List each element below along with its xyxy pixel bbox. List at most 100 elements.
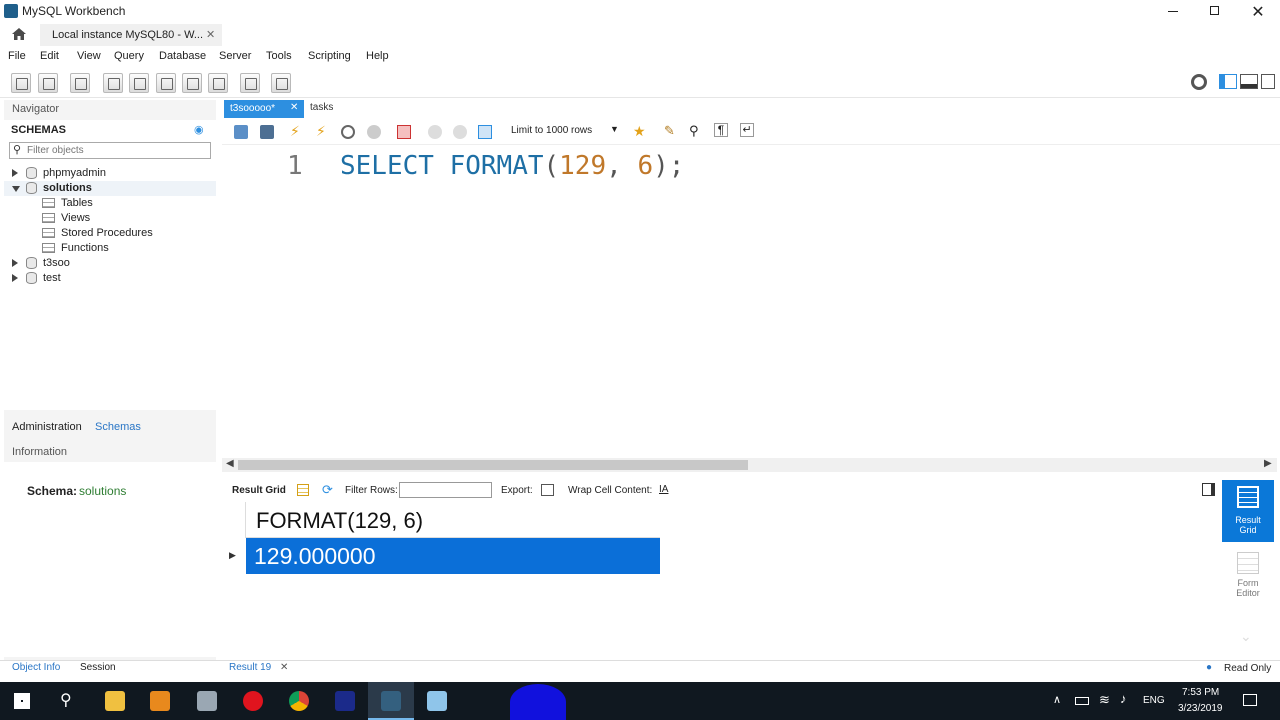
beautify-icon[interactable]: ✎ (664, 123, 678, 138)
close-result-tab-icon[interactable]: ✕ (280, 662, 288, 673)
create-table-icon[interactable] (129, 73, 149, 93)
chevron-up-icon[interactable]: ∧ (1053, 693, 1061, 706)
windows-start-icon[interactable] (14, 693, 30, 709)
minimize-button[interactable] (1163, 5, 1183, 17)
toggle-output-icon[interactable] (1240, 74, 1258, 89)
filter-rows-input[interactable] (399, 482, 492, 498)
expand-arrow-icon[interactable] (12, 169, 18, 177)
create-function-icon[interactable] (208, 73, 228, 93)
menu-query[interactable]: Query (114, 50, 144, 62)
editor-tab-t3sooooo[interactable]: t3sooooo* ✕ (224, 100, 304, 118)
rollback-icon[interactable] (453, 125, 467, 139)
tab-object-info[interactable]: Object Info (12, 662, 60, 673)
tree-item-solutions[interactable]: solutions (4, 181, 216, 196)
close-button[interactable]: ✕ (1248, 2, 1268, 21)
open-file-icon[interactable] (234, 125, 248, 139)
toggle-panel-icon[interactable] (1202, 483, 1215, 496)
row-selector[interactable]: ▶ (224, 538, 246, 574)
app-icon[interactable] (335, 691, 355, 711)
wrap-cell-icon[interactable]: IA (659, 484, 668, 495)
maximize-button[interactable] (1205, 5, 1225, 17)
scroll-more-icon[interactable]: ⌄ (1240, 628, 1252, 645)
sql-code-line[interactable]: SELECT FORMAT(129, 6); (340, 151, 684, 181)
save-icon[interactable] (260, 125, 274, 139)
form-editor-toggle[interactable]: Form Editor (1222, 548, 1274, 602)
search-icon[interactable]: ⚲ (60, 690, 72, 710)
chrome-icon[interactable] (289, 691, 309, 711)
tree-item-stored-procedures[interactable]: Stored Procedures (4, 226, 216, 241)
commit-icon[interactable] (428, 125, 442, 139)
battery-icon[interactable] (1075, 697, 1089, 705)
explain-icon[interactable] (341, 125, 355, 139)
column-header[interactable]: FORMAT(129, 6) (246, 502, 660, 538)
tree-item-views[interactable]: Views (4, 211, 216, 226)
menu-scripting[interactable]: Scripting (308, 50, 351, 62)
tab-schemas[interactable]: Schemas (95, 421, 141, 433)
wrap-lines-icon[interactable]: ↵ (740, 123, 754, 137)
add-snippet-icon[interactable]: ★ (633, 123, 647, 139)
invisible-chars-icon[interactable]: ¶ (714, 123, 728, 137)
new-sql-tab-icon[interactable] (11, 73, 31, 93)
execute-current-icon[interactable]: ⚡ (316, 123, 330, 139)
toggle-sidebar-icon[interactable] (1261, 74, 1275, 89)
scroll-left-icon[interactable]: ◀ (226, 458, 234, 469)
menu-server[interactable]: Server (219, 50, 251, 62)
result-grid-toggle[interactable]: Result Grid (1222, 480, 1274, 542)
execute-lightning-icon[interactable]: ⚡ (290, 123, 304, 139)
table-row[interactable]: 129.000000 (246, 538, 660, 574)
scroll-thumb[interactable] (238, 460, 748, 470)
filter-objects-field[interactable]: ⚲ (9, 142, 211, 159)
search-table-data-icon[interactable] (240, 73, 260, 93)
menu-view[interactable]: View (77, 50, 101, 62)
tree-item-test[interactable]: test (4, 271, 216, 286)
tree-item-functions[interactable]: Functions (4, 241, 216, 256)
create-procedure-icon[interactable] (182, 73, 202, 93)
tree-item-phpmyadmin[interactable]: phpmyadmin (4, 166, 216, 181)
stop-icon[interactable] (367, 125, 381, 139)
connection-tab[interactable]: Local instance MySQL80 - W... ✕ (40, 24, 222, 46)
expand-arrow-icon[interactable] (12, 274, 18, 282)
menu-file[interactable]: File (8, 50, 26, 62)
export-icon[interactable] (541, 484, 554, 496)
menu-edit[interactable]: Edit (40, 50, 59, 62)
settings-gear-icon[interactable] (1191, 74, 1207, 90)
editor-horizontal-scrollbar[interactable]: ◀ ▶ (222, 458, 1277, 472)
file-explorer-icon[interactable] (105, 691, 125, 711)
inspector-icon[interactable] (70, 73, 90, 93)
chevron-down-icon[interactable]: ▼ (610, 124, 619, 134)
expand-arrow-icon[interactable] (12, 259, 18, 267)
refresh-icon[interactable]: ⟳ (322, 482, 333, 498)
sql-editor[interactable]: 1 SELECT FORMAT(129, 6); (222, 145, 1277, 457)
create-view-icon[interactable] (156, 73, 176, 93)
grid-icon[interactable] (297, 484, 309, 496)
wifi-icon[interactable]: ≋ (1099, 692, 1110, 708)
find-icon[interactable]: ⚲ (689, 123, 703, 138)
home-icon[interactable] (11, 26, 27, 42)
tab-administration[interactable]: Administration (12, 421, 82, 433)
refresh-schemas-icon[interactable]: ◉ (194, 123, 204, 136)
result-grid-label[interactable]: Result Grid (232, 485, 286, 496)
opera-icon[interactable] (243, 691, 263, 711)
scroll-right-icon[interactable]: ▶ (1264, 458, 1272, 469)
notepad-icon[interactable] (427, 691, 447, 711)
reconnect-icon[interactable] (271, 73, 291, 93)
open-sql-script-icon[interactable] (38, 73, 58, 93)
app-icon[interactable] (197, 691, 217, 711)
volume-icon[interactable]: ♪ (1120, 691, 1127, 706)
input-language[interactable]: ENG (1143, 695, 1165, 706)
create-schema-icon[interactable] (103, 73, 123, 93)
sublime-text-icon[interactable] (150, 691, 170, 711)
result-tab[interactable]: Result 19 (229, 662, 271, 673)
tree-item-t3soo[interactable]: t3soo (4, 256, 216, 271)
close-tab-icon[interactable]: ✕ (290, 102, 298, 113)
clock-time[interactable]: 7:53 PM (1182, 687, 1219, 698)
tab-session[interactable]: Session (80, 662, 116, 673)
menu-database[interactable]: Database (159, 50, 206, 62)
collapse-arrow-icon[interactable] (12, 186, 20, 192)
toggle-navigator-icon[interactable] (1219, 74, 1237, 89)
editor-tab-tasks[interactable]: tasks (310, 102, 333, 113)
menu-tools[interactable]: Tools (266, 50, 292, 62)
tree-item-tables[interactable]: Tables (4, 196, 216, 211)
menu-help[interactable]: Help (366, 50, 389, 62)
close-tab-icon[interactable]: ✕ (206, 28, 215, 41)
